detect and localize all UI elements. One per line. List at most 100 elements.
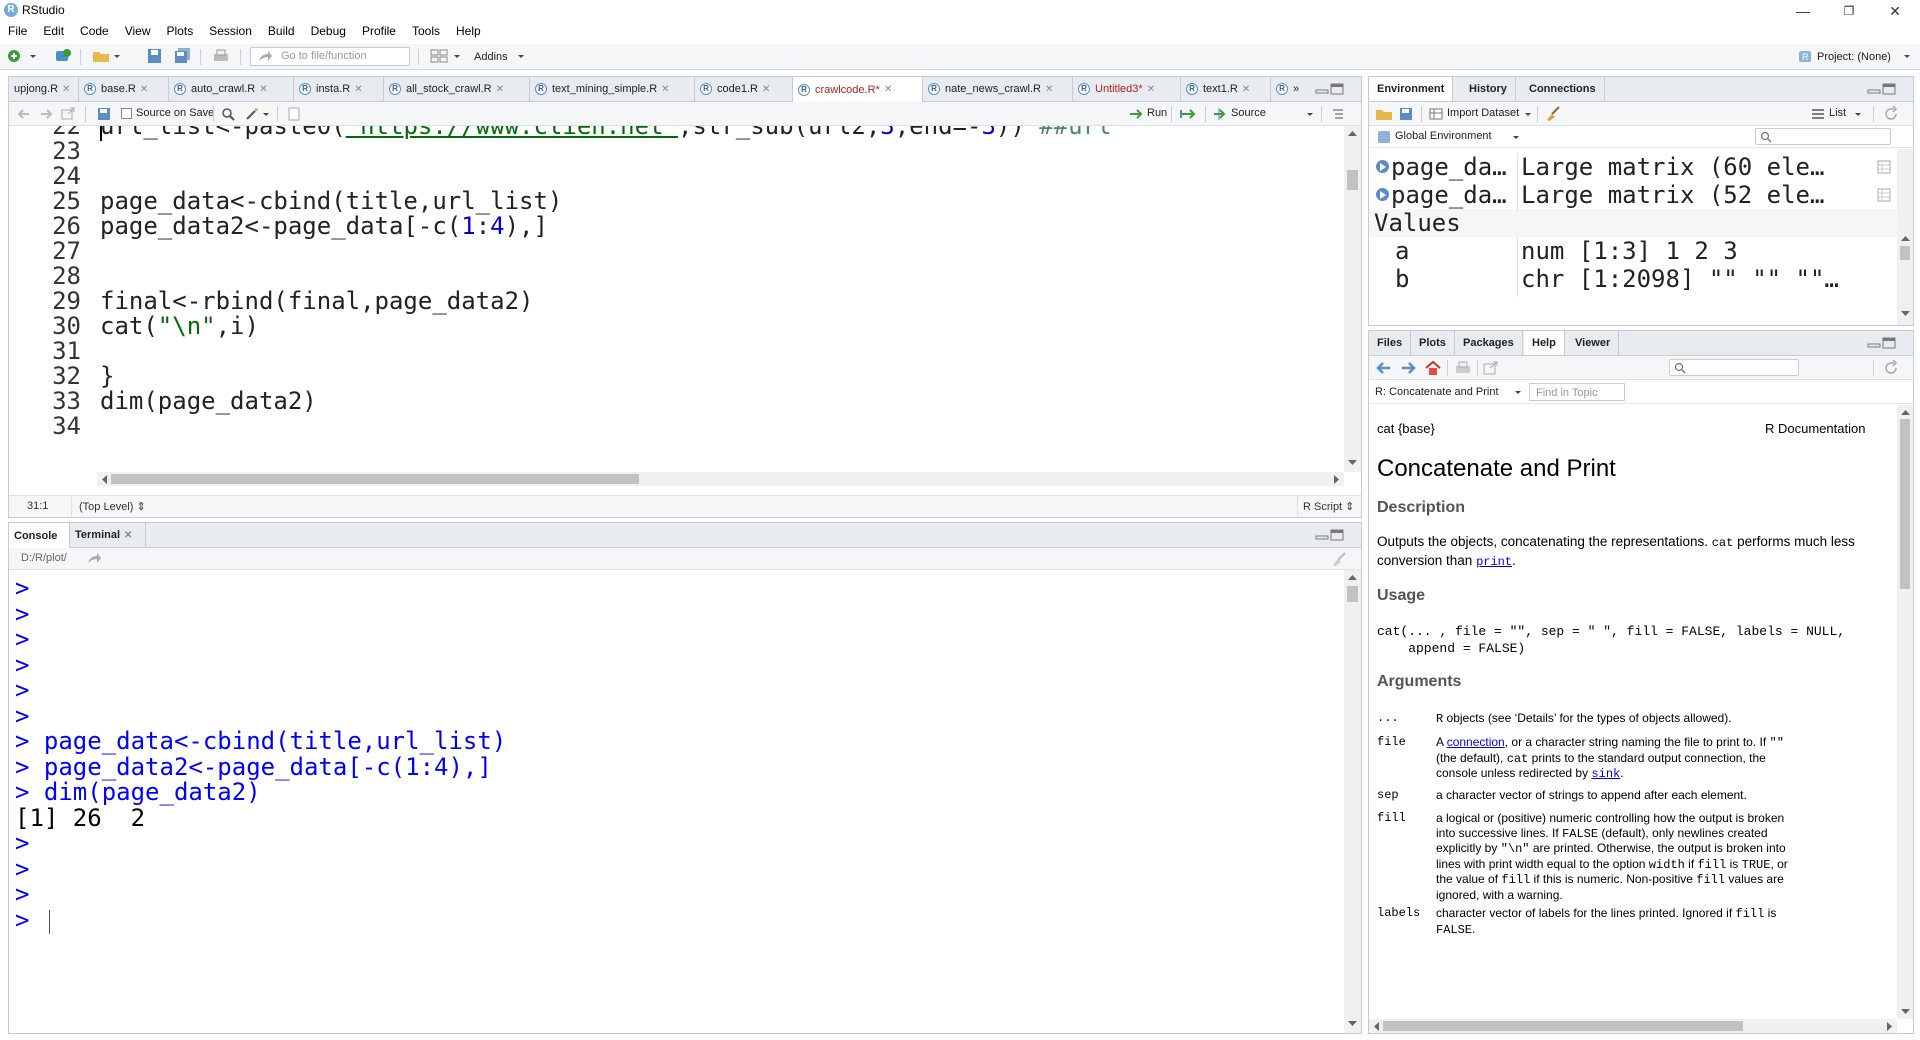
print-icon[interactable] [212, 48, 230, 64]
code-tools-wand-icon[interactable] [245, 107, 259, 121]
clear-console-broom-icon[interactable] [1331, 552, 1347, 566]
tab-terminal[interactable]: Terminal ✕ [70, 523, 146, 547]
help-link[interactable]: connection [1447, 735, 1505, 749]
code-tools-dropdown-icon[interactable] [261, 107, 271, 121]
menu-build[interactable]: Build [260, 22, 303, 42]
clear-workspace-broom-icon[interactable] [1545, 106, 1561, 122]
tab-close-icon[interactable]: ✕ [259, 84, 267, 95]
import-dataset-icon[interactable] [1429, 107, 1443, 121]
open-file-icon[interactable] [92, 48, 110, 64]
restore-button[interactable]: ❐ [1826, 0, 1872, 22]
new-project-icon[interactable] [54, 48, 72, 64]
scroll-up-icon[interactable] [1348, 574, 1357, 580]
save-file-icon[interactable] [97, 107, 111, 121]
scroll-right-icon[interactable] [1334, 475, 1340, 484]
run-arrow-icon[interactable] [1129, 107, 1145, 121]
help-hscroll-thumb[interactable] [1383, 1021, 1743, 1031]
source-dropdown-icon[interactable] [1305, 107, 1315, 121]
tab-close-icon[interactable]: ✕ [1242, 84, 1250, 95]
list-view-button[interactable]: List [1829, 107, 1846, 119]
environment-scroll-thumb[interactable] [1900, 246, 1910, 260]
scroll-down-icon[interactable] [1348, 1021, 1357, 1027]
scope-dropdown-icon[interactable] [1511, 130, 1521, 144]
tab-close-icon[interactable]: ✕ [140, 84, 148, 95]
minimize-maximize-icon[interactable] [1315, 529, 1345, 541]
help-horizontal-scrollbar[interactable] [1369, 1019, 1897, 1033]
back-arrow-icon[interactable] [1375, 361, 1391, 375]
scroll-down-icon[interactable] [1901, 311, 1910, 317]
tab-close-icon[interactable]: ✕ [1147, 84, 1155, 95]
menu-help[interactable]: Help [448, 22, 489, 42]
scroll-right-icon[interactable] [1887, 1022, 1893, 1031]
tab-close-icon[interactable]: ✕ [661, 84, 669, 95]
list-view-icon[interactable] [1811, 108, 1825, 120]
tab-packages[interactable]: Packages [1455, 331, 1523, 355]
go-to-file-input[interactable]: Go to file/function [250, 47, 410, 66]
menu-view[interactable]: View [117, 22, 159, 42]
project-menu[interactable]: Project: (None) [1817, 51, 1891, 63]
menu-debug[interactable]: Debug [303, 22, 354, 42]
load-workspace-icon[interactable] [1375, 106, 1393, 122]
environment-row[interactable]: page_da… Large matrix (52 ele… [1369, 181, 1897, 209]
help-scroll-thumb[interactable] [1900, 419, 1910, 589]
tab-close-icon[interactable]: ✕ [884, 84, 892, 95]
refresh-icon[interactable] [1883, 360, 1899, 376]
minimize-maximize-icon[interactable] [1867, 337, 1897, 349]
close-button[interactable]: ✕ [1872, 0, 1918, 22]
environment-scope-selector[interactable]: Global Environment [1395, 130, 1492, 142]
editor-tab[interactable]: Rnate_news_crawl.R ✕ [923, 77, 1073, 101]
compile-report-icon[interactable] [287, 107, 301, 121]
help-link[interactable]: sink [1591, 767, 1620, 781]
console-scroll-thumb[interactable] [1347, 586, 1358, 602]
addins-dropdown-icon[interactable] [516, 48, 526, 64]
search-icon[interactable] [221, 107, 235, 121]
editor-tab[interactable]: Rtext_mining_simple.R ✕ [530, 77, 695, 101]
run-button[interactable]: Run [1147, 107, 1167, 119]
menu-file[interactable]: File [0, 22, 35, 42]
file-type-selector[interactable]: R Script ⇕ [1303, 500, 1354, 513]
save-workspace-icon[interactable] [1399, 107, 1413, 121]
environment-row[interactable]: b chr [1:2098] "" "" ""… [1369, 265, 1897, 293]
more-tabs-button[interactable]: R» [1271, 77, 1311, 101]
editor-tab[interactable]: Rcode1.R ✕ [695, 77, 793, 101]
tab-close-icon[interactable]: ✕ [354, 84, 362, 95]
tab-close-icon[interactable]: ✕ [762, 84, 770, 95]
editor-tab-active[interactable]: Rcrawlcode.R* ✕ [793, 77, 923, 102]
console-output[interactable]: > > > > > > > > page_data<-cbind(title,u… [9, 570, 1344, 1033]
back-arrow-icon[interactable] [17, 107, 31, 121]
scroll-left-icon[interactable] [101, 475, 107, 484]
scroll-down-icon[interactable] [1901, 1009, 1910, 1015]
import-dataset-button[interactable]: Import Dataset [1447, 107, 1519, 119]
editor-tab[interactable]: Rtext1.R ✕ [1181, 77, 1271, 101]
go-to-directory-icon[interactable] [87, 553, 101, 565]
tab-environment[interactable]: Environment [1369, 77, 1454, 101]
addins-menu[interactable]: Addins [474, 51, 508, 63]
topic-dropdown-icon[interactable] [1513, 385, 1523, 399]
tab-history[interactable]: History [1461, 77, 1516, 101]
editor-hscroll-thumb[interactable] [111, 474, 639, 484]
tab-close-icon[interactable]: ✕ [496, 84, 504, 95]
environment-row[interactable]: a num [1:3] 1 2 3 [1369, 237, 1897, 265]
find-in-topic-input[interactable]: Find in Topic [1529, 383, 1625, 401]
menu-edit[interactable]: Edit [35, 22, 72, 42]
import-dropdown-icon[interactable] [1523, 107, 1533, 121]
rerun-icon[interactable] [1179, 107, 1199, 121]
scroll-left-icon[interactable] [1373, 1022, 1379, 1031]
console-vertical-scrollbar[interactable] [1344, 570, 1361, 1033]
menu-plots[interactable]: Plots [159, 22, 202, 42]
new-file-dropdown-icon[interactable] [28, 48, 38, 64]
show-in-window-icon[interactable] [1483, 361, 1499, 375]
open-dropdown-icon[interactable] [112, 48, 122, 64]
tab-connections[interactable]: Connections [1521, 77, 1605, 101]
layout-dropdown-icon[interactable] [452, 48, 462, 64]
refresh-icon[interactable] [1883, 106, 1899, 122]
scope-selector[interactable]: (Top Level) ⇕ [79, 500, 146, 513]
project-dropdown-icon[interactable] [1902, 48, 1912, 64]
tab-close-icon[interactable]: ✕ [62, 84, 70, 95]
editor-tab[interactable]: Rauto_crawl.R ✕ [169, 77, 294, 101]
help-search-input[interactable] [1669, 359, 1799, 376]
scroll-up-icon[interactable] [1901, 409, 1910, 415]
view-table-icon[interactable] [1877, 160, 1891, 174]
environment-vertical-scrollbar[interactable] [1897, 149, 1913, 325]
environment-row[interactable]: page_da… Large matrix (60 ele… [1369, 153, 1897, 181]
